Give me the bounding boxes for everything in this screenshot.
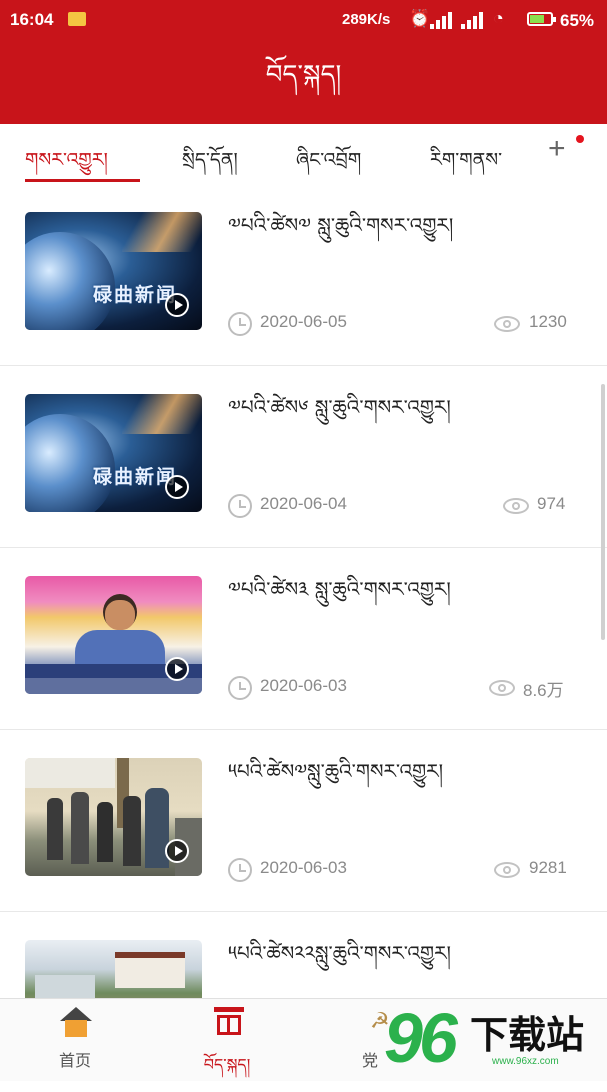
news-date: 2020-06-03	[260, 676, 347, 695]
news-title[interactable]: ༧པའི་ཚེས༧ སླུ་ཆུའི་གསར་འགྱུར།	[228, 210, 568, 240]
status-time: 16:04	[10, 10, 54, 29]
eye-icon	[489, 680, 515, 696]
play-icon[interactable]	[165, 293, 189, 317]
scrollbar[interactable]	[601, 384, 605, 640]
battery-percentage: 65%	[560, 11, 595, 30]
play-icon[interactable]	[165, 657, 189, 681]
news-item[interactable]: 碌曲新闻 ༧པའི་ཚེས༦ སླུ་ཆུའི་གསར་འགྱུར། 2020-…	[0, 366, 607, 548]
nav-tibetan[interactable]: བོད་སྐད།	[152, 999, 302, 1081]
news-title[interactable]: ༥པའི་ཚེས༢༢སླུ་ཆུའི་གསར་འགྱུར།	[228, 938, 568, 968]
news-thumbnail[interactable]: 碌曲新闻	[25, 212, 202, 330]
nav-home[interactable]: 首页	[0, 999, 150, 1081]
watermark-url: www.96xz.com	[492, 1056, 559, 1067]
play-icon[interactable]	[165, 839, 189, 863]
view-count: 1230	[529, 312, 567, 331]
status-bar: 16:04 289K/s ⏰ ◔ 65%	[0, 0, 607, 40]
view-count: 8.6万	[523, 681, 564, 700]
active-tab-indicator	[25, 179, 140, 182]
news-title[interactable]: ༧པའི་ཚེས༦ སླུ་ཆུའི་གསར་འགྱུར།	[228, 392, 568, 422]
message-notification-icon	[68, 12, 86, 26]
home-icon	[60, 1007, 92, 1037]
clock-icon	[228, 312, 252, 336]
eye-icon	[503, 498, 529, 514]
nav-home-label: 首页	[58, 1051, 91, 1070]
view-count: 974	[537, 494, 566, 513]
eye-icon	[494, 862, 520, 878]
clock-icon	[228, 494, 252, 518]
clock-icon	[228, 858, 252, 882]
news-item[interactable]: ༧པའི་ཚེས༣ སླུ་ཆུའི་གསར་འགྱུར། 2020-06-03…	[0, 548, 607, 730]
battery-icon	[527, 12, 556, 26]
news-thumbnail[interactable]	[25, 940, 202, 998]
view-count: 9281	[529, 858, 567, 877]
news-item[interactable]: ༥པའི་ཚེས༧སླུ་ཆུའི་གསར་འགྱུར། 2020-06-03 …	[0, 730, 607, 912]
nav-tibetan-label: བོད་སྐད།	[203, 1055, 251, 1074]
page-title: བོད་སྐད།	[265, 59, 342, 90]
news-date: 2020-06-04	[260, 494, 347, 513]
signal-hd-icon	[461, 11, 487, 29]
site-watermark: 96 下载站 www.96xz.com	[380, 998, 607, 1080]
clock-icon	[228, 676, 252, 700]
network-speed: 289K/s	[342, 11, 391, 28]
news-date: 2020-06-05	[260, 312, 347, 331]
news-item[interactable]: ༥པའི་ཚེས༢༢སླུ་ཆུའི་གསར་འགྱུར།	[0, 912, 607, 998]
news-thumbnail[interactable]	[25, 758, 202, 876]
play-icon[interactable]	[165, 475, 189, 499]
add-tab-button[interactable]: +	[548, 132, 566, 166]
news-list[interactable]: 碌曲新闻 ༧པའི་ཚེས༧ སླུ་ཆུའི་གསར་འགྱུར། 2020-…	[0, 184, 607, 998]
watermark-text: 下载站	[470, 1013, 585, 1057]
watermark-number: 96	[384, 999, 458, 1077]
news-title[interactable]: ༥པའི་ཚེས༧སླུ་ཆུའི་གསར་འགྱུར།	[228, 756, 568, 786]
app-header: བོད་སྐད།	[0, 40, 607, 124]
alarm-icon: ⏰	[409, 9, 431, 28]
wifi-icon: ◔	[493, 8, 504, 28]
news-thumbnail[interactable]: 碌曲新闻	[25, 394, 202, 512]
signal-icon	[430, 11, 456, 29]
category-tabs: གསར་འགྱུར། སྲིད་དོན། ཞིང་འབྲོག རིག་གནས་ …	[0, 124, 607, 185]
news-title[interactable]: ༧པའི་ཚེས༣ སླུ་ཆུའི་གསར་འགྱུར།	[228, 574, 568, 604]
new-badge-dot	[576, 135, 584, 143]
gate-icon	[214, 1007, 244, 1037]
news-date: 2020-06-03	[260, 858, 347, 877]
news-thumbnail[interactable]	[25, 576, 202, 694]
news-item[interactable]: 碌曲新闻 ༧པའི་ཚེས༧ སླུ་ཆུའི་གསར་འགྱུར། 2020-…	[0, 184, 607, 366]
eye-icon	[494, 316, 520, 332]
